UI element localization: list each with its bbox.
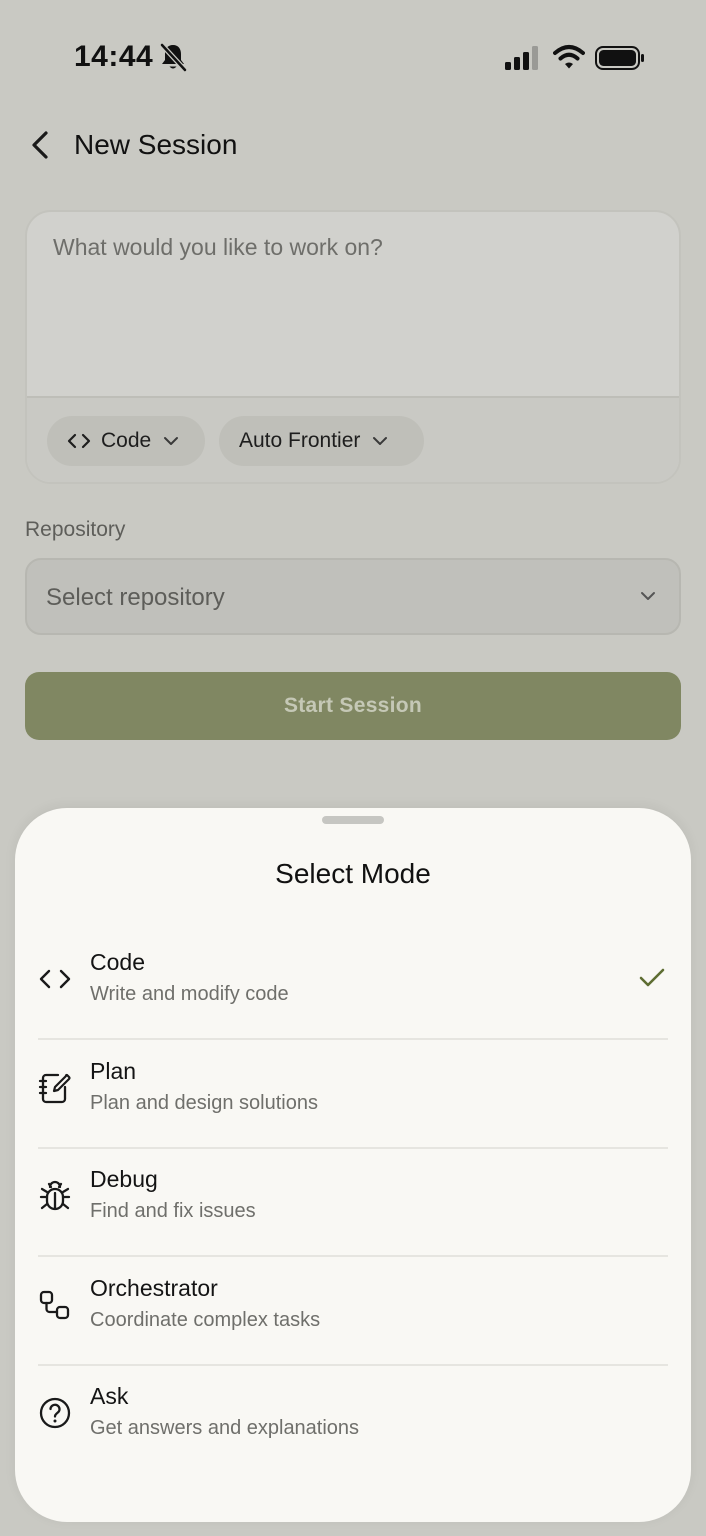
divider — [38, 1255, 668, 1257]
checkmark-icon — [639, 968, 665, 987]
mode-label: Code — [90, 949, 145, 975]
mode-option-orchestrator[interactable]: Orchestrator Coordinate complex tasks — [38, 1258, 668, 1366]
prompt-card: Code Auto Frontier — [25, 210, 681, 484]
status-bar: 14:44 — [0, 0, 706, 110]
status-time: 14:44 — [74, 40, 154, 73]
chevron-down-icon — [164, 437, 179, 445]
mode-option-plan[interactable]: Plan Plan and design solutions — [38, 1041, 668, 1149]
workflow-icon — [39, 1290, 70, 1320]
help-circle-icon — [39, 1397, 71, 1429]
mode-description: Plan and design solutions — [90, 1092, 318, 1114]
model-chip[interactable]: Auto Frontier — [219, 416, 424, 466]
mode-label: Ask — [90, 1383, 129, 1409]
bell-slash-icon — [159, 42, 187, 72]
chevron-down-icon — [641, 592, 655, 600]
mode-description: Get answers and explanations — [90, 1417, 360, 1439]
back-chevron-icon[interactable] — [26, 128, 58, 162]
mode-chip-label: Code — [101, 429, 152, 452]
wifi-icon — [553, 45, 585, 69]
prompt-toolbar: Code Auto Frontier — [27, 398, 679, 482]
mode-option-debug[interactable]: Debug Find and fix issues — [38, 1149, 668, 1257]
battery-icon — [595, 46, 644, 70]
select-mode-sheet: Select Mode Code Write and modify code P… — [15, 808, 691, 1522]
page-title: New Session — [74, 129, 238, 160]
mode-label: Plan — [90, 1058, 137, 1084]
model-chip-label: Auto Frontier — [239, 429, 361, 452]
mode-description: Find and fix issues — [90, 1200, 256, 1222]
bug-icon — [39, 1180, 71, 1211]
repository-select[interactable]: Select repository — [25, 558, 681, 635]
start-session-button[interactable]: Start Session — [25, 672, 681, 740]
sheet-title: Select Mode — [275, 858, 431, 889]
mode-option-code[interactable]: Code Write and modify code — [38, 932, 668, 1040]
mode-description: Coordinate complex tasks — [90, 1309, 321, 1331]
repository-label: Repository — [25, 518, 126, 541]
signal-icon — [505, 46, 538, 70]
repository-placeholder: Select repository — [46, 584, 225, 611]
prompt-input[interactable] — [27, 212, 679, 396]
mode-chip[interactable]: Code — [47, 416, 205, 466]
sheet-drag-handle[interactable] — [322, 816, 384, 824]
code-icon — [67, 433, 91, 449]
mode-label: Debug — [90, 1166, 158, 1192]
notebook-pen-icon — [38, 1073, 71, 1104]
mode-description: Write and modify code — [90, 983, 289, 1005]
code-icon — [39, 969, 71, 989]
divider — [38, 1038, 668, 1040]
mode-option-ask[interactable]: Ask Get answers and explanations — [38, 1366, 668, 1474]
mode-label: Orchestrator — [90, 1275, 218, 1301]
chevron-down-icon — [373, 437, 388, 445]
